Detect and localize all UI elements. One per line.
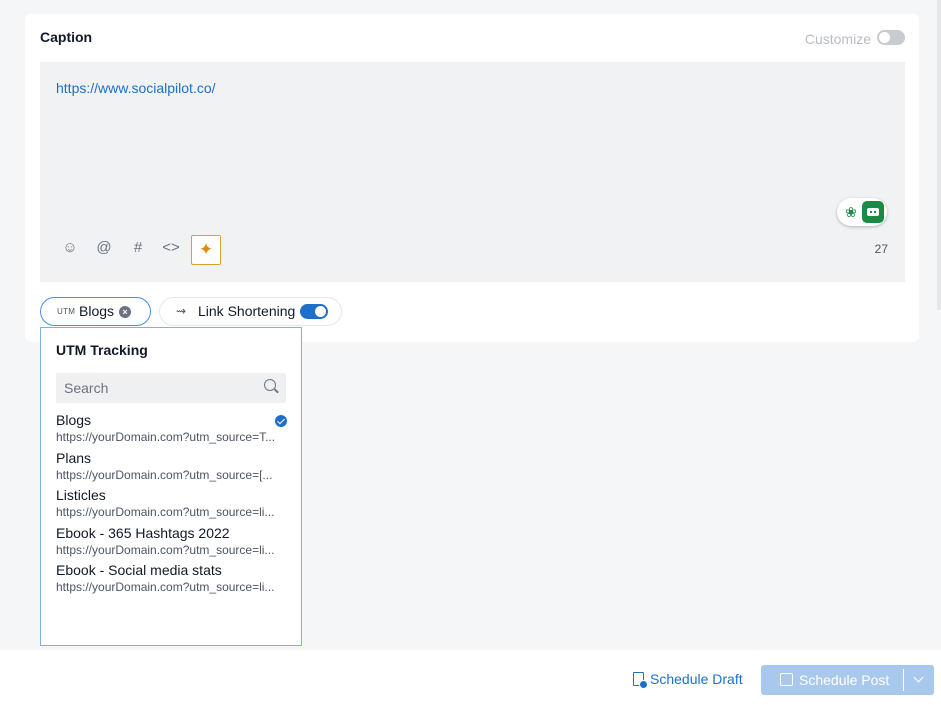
page-scrollbar[interactable]: [937, 0, 941, 310]
utm-item-url: https://yourDomain.com?utm_source=li...: [56, 505, 275, 519]
utm-item-url: https://yourDomain.com?utm_source=T...: [56, 430, 276, 444]
link-shortening-chip[interactable]: ⇝ Link Shortening: [159, 297, 342, 326]
schedule-post-button[interactable]: Schedule Post: [761, 665, 934, 695]
utm-prefix: UTM: [57, 307, 76, 316]
utm-search-input[interactable]: Search: [56, 373, 286, 403]
writing-assistant-badge[interactable]: ❀: [837, 198, 887, 226]
chevron-down-icon[interactable]: [913, 672, 924, 683]
utm-chip[interactable]: UTM Blogs ×: [40, 297, 151, 326]
utm-list: Blogs https://yourDomain.com?utm_source=…: [56, 411, 290, 599]
utm-item-ebook-stats[interactable]: Ebook - Social media stats https://yourD…: [56, 561, 290, 599]
feather-icon: ❀: [841, 202, 861, 222]
hashtag-icon[interactable]: #: [125, 235, 151, 261]
caption-editor[interactable]: https://www.socialpilot.co/ ❀ ☺ @ # <> ✦…: [40, 62, 905, 282]
utm-chip-label: Blogs: [79, 303, 115, 319]
schedule-draft-label: Schedule Draft: [650, 671, 743, 687]
emoji-icon[interactable]: ☺: [57, 235, 83, 261]
character-count: 27: [874, 242, 888, 256]
utm-tracking-title: UTM Tracking: [56, 342, 148, 358]
schedule-post-label: Schedule Post: [799, 672, 890, 688]
utm-item-blogs[interactable]: Blogs https://yourDomain.com?utm_source=…: [56, 411, 290, 449]
caption-title: Caption: [40, 29, 93, 45]
customize-label: Customize: [804, 31, 871, 47]
utm-item-name: Plans: [56, 449, 92, 466]
ai-sparkle-icon[interactable]: ✦: [191, 235, 221, 265]
footer-bar: Schedule Draft Schedule Post: [0, 650, 941, 705]
utm-item-name: Blogs: [56, 412, 92, 428]
utm-item-listicles[interactable]: Listicles https://yourDomain.com?utm_sou…: [56, 486, 290, 524]
utm-item-name: Ebook - 365 Hashtags 2022: [56, 524, 230, 541]
utm-item-url: https://yourDomain.com?utm_source=[...: [56, 467, 273, 482]
utm-item-ebook-hashtags[interactable]: Ebook - 365 Hashtags 2022 https://yourDo…: [56, 524, 290, 562]
calendar-icon: [780, 673, 793, 686]
utm-item-url: https://yourDomain.com?utm_source=li...: [56, 580, 275, 594]
search-icon: [264, 379, 276, 391]
caption-link-text[interactable]: https://www.socialpilot.co/: [56, 80, 216, 96]
mention-icon[interactable]: @: [91, 235, 117, 261]
utm-search-placeholder: Search: [64, 380, 109, 396]
utm-tracking-dropdown: UTM Tracking Search Blogs https://yourDo…: [40, 327, 302, 646]
link-shortening-icon: ⇝: [176, 304, 187, 318]
button-divider: [903, 669, 904, 691]
schedule-draft-button[interactable]: Schedule Draft: [633, 671, 743, 689]
draft-clock-icon: [633, 672, 648, 689]
utm-item-url: https://yourDomain.com?utm_source=li...: [56, 542, 275, 557]
link-shortening-label: Link Shortening: [198, 303, 296, 319]
remove-utm-icon[interactable]: ×: [119, 306, 131, 318]
selected-check-icon: [275, 415, 287, 427]
link-shortening-toggle[interactable]: [300, 304, 328, 319]
utm-item-name: Ebook - Social media stats: [56, 562, 222, 578]
utm-item-name: Listicles: [56, 487, 106, 503]
utm-item-plans[interactable]: Plans https://yourDomain.com?utm_source=…: [56, 449, 290, 487]
bot-icon: [862, 201, 884, 223]
customize-toggle[interactable]: [877, 30, 905, 45]
caption-card: Caption Customize https://www.socialpilo…: [25, 14, 919, 342]
code-icon[interactable]: <>: [158, 235, 184, 261]
